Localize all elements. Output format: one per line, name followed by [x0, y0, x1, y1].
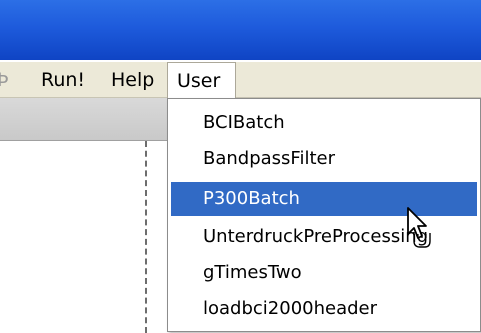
menu-item-gtimestwo[interactable]: gTimesTwo: [171, 256, 477, 290]
hand-pointer-icon: [407, 207, 431, 248]
menu-bar: Þ Run! Help User: [0, 62, 481, 99]
dashed-separator: [145, 141, 147, 333]
menu-item-bcibatch[interactable]: BCIBatch: [171, 106, 477, 140]
menu-item-run[interactable]: Run!: [41, 62, 85, 98]
menu-item-user[interactable]: User: [167, 62, 236, 99]
window-title-bar: [0, 0, 481, 60]
menu-item-loadbci2000header[interactable]: loadbci2000header: [171, 292, 477, 326]
menu-item-help[interactable]: Help: [111, 62, 154, 98]
menu-item-partial[interactable]: Þ: [0, 62, 9, 98]
menu-item-bandpassfilter[interactable]: BandpassFilter: [171, 142, 477, 176]
user-dropdown-menu: BCIBatch BandpassFilter P300Batch Unterd…: [167, 98, 481, 332]
